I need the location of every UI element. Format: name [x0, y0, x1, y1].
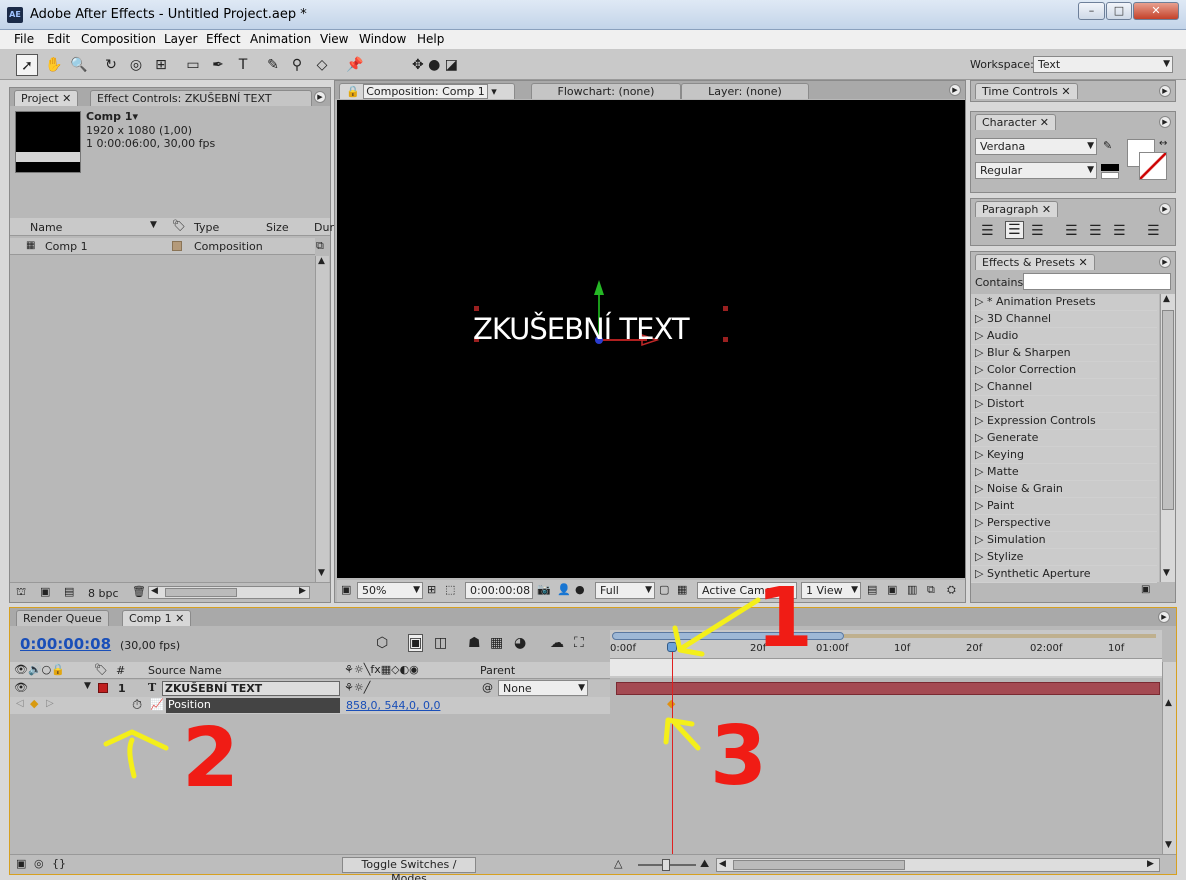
annotation-overlay [103, 597, 761, 779]
annotation-label-1: 1 [756, 571, 814, 666]
annotation-arrow-2 [127, 737, 137, 779]
annotation-label-2: 2 [182, 711, 240, 806]
annotation-arrowhead-2 [103, 729, 169, 751]
annotation-arrow-1 [679, 597, 761, 651]
annotation-arrow-3 [671, 719, 701, 751]
annotation-label-3: 3 [710, 709, 768, 804]
